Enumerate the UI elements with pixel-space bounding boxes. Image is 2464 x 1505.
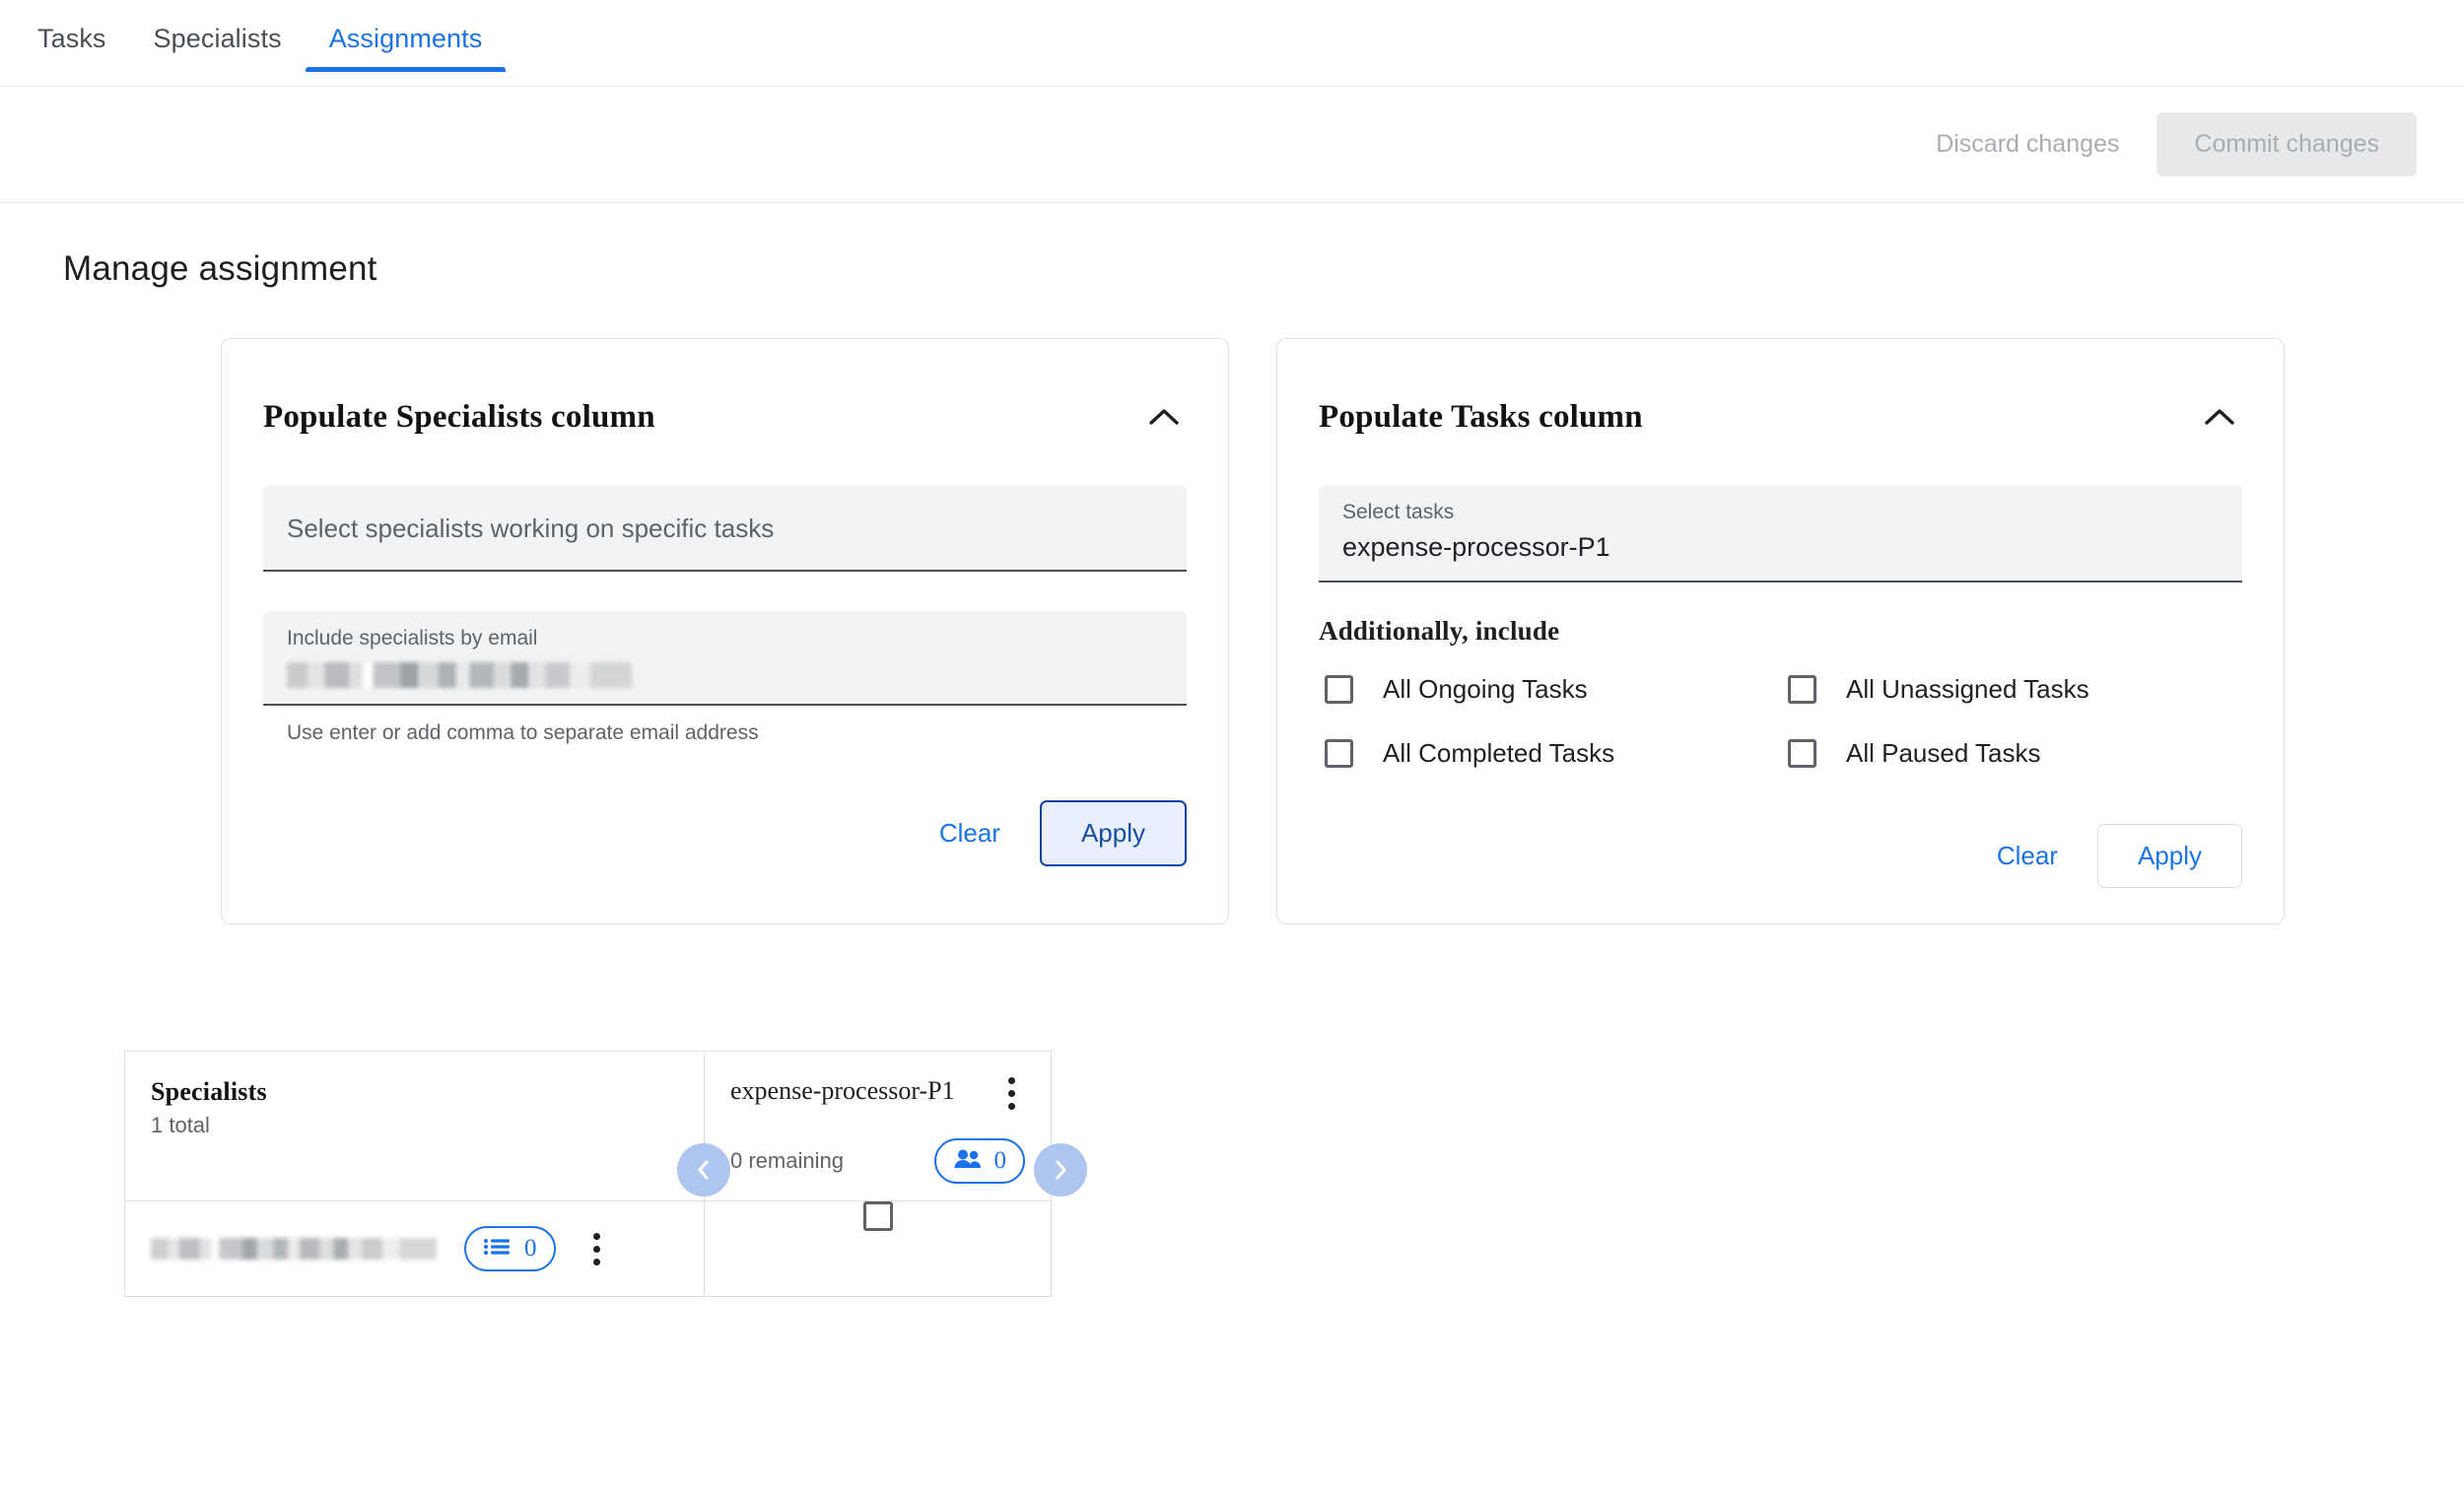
task-header-meta: 0 remaining 0 [730,1138,1025,1185]
checkbox-all-paused-tasks[interactable]: All Paused Tasks [1788,738,2242,769]
include-specialists-email-label: Include specialists by email [287,627,538,650]
table-row: 0 [124,1200,1052,1298]
task-column-header-cell: expense-processor-P1 0 remaining 0 [704,1051,1052,1202]
specialist-cell: 0 [124,1200,705,1298]
chevron-up-icon[interactable] [1141,394,1187,440]
assignment-checkbox-icon[interactable] [862,1201,893,1232]
specialists-card-title: Populate Specialists column [263,398,655,435]
tasks-apply-button[interactable]: Apply [2096,824,2242,889]
checkbox-box-icon [1788,739,1816,769]
specialists-header-title: Specialists [151,1077,267,1107]
select-tasks-input[interactable]: Select tasks expense-processor-P1 [1319,485,2242,583]
specialists-clear-button[interactable]: Clear [914,802,1026,864]
populate-specialists-card: Populate Specialists column Select speci… [221,338,1229,925]
checkbox-box-icon [1325,675,1353,705]
assignment-grid-wrapper: Specialists 1 total expense-processor-P1… [124,1051,1087,1298]
populate-tasks-card: Populate Tasks column Select tasks expen… [1276,338,2285,925]
checkbox-all-ongoing-tasks-label: All Ongoing Tasks [1383,674,1588,705]
discard-changes-button[interactable]: Discard changes [1916,116,2139,172]
assignment-cell[interactable] [704,1200,1052,1298]
checkbox-all-unassigned-tasks-label: All Unassigned Tasks [1846,674,2089,705]
page-title: Manage assignment [63,249,377,288]
specialists-header-cell: Specialists 1 total [124,1051,705,1202]
chevron-up-icon[interactable] [2197,394,2242,440]
specialists-card-header: Populate Specialists column [263,382,1187,445]
checkbox-all-completed-tasks[interactable]: All Completed Tasks [1325,738,1788,769]
additionally-include-title: Additionally, include [1319,616,1560,647]
tab-tasks-label: Tasks [37,24,106,53]
checkbox-all-paused-tasks-label: All Paused Tasks [1846,738,2041,769]
specialist-email [151,1238,437,1261]
specialist-task-count-chip[interactable]: 0 [464,1226,556,1272]
checkbox-all-ongoing-tasks[interactable]: All Ongoing Tasks [1325,674,1788,705]
task-assignee-count-chip[interactable]: 0 [933,1138,1025,1185]
people-icon [953,1148,983,1175]
tasks-card-footer: Clear Apply [1319,824,2242,889]
tasks-clear-button[interactable]: Clear [1971,825,2084,887]
tab-tasks[interactable]: Tasks [14,0,130,72]
grid-header-row: Specialists 1 total expense-processor-P1… [124,1051,1052,1202]
email-helper-text: Use enter or add comma to separate email… [287,721,759,745]
tab-specialists-label: Specialists [153,24,282,53]
kebab-menu-icon[interactable] [583,1229,611,1268]
checkbox-all-completed-tasks-label: All Completed Tasks [1383,738,1615,769]
tab-specialists[interactable]: Specialists [130,0,306,72]
kebab-menu-icon[interactable] [997,1073,1025,1113]
specialist-row-inner: 0 [151,1201,678,1296]
chevron-right-icon[interactable] [1034,1143,1087,1197]
checkbox-box-icon [1325,739,1353,769]
tasks-card-title: Populate Tasks column [1319,398,1643,435]
tasks-card-header: Populate Tasks column [1319,382,2242,445]
task-header-top: expense-processor-P1 [730,1073,1025,1113]
main-tab-bar: Tasks Specialists Assignments [0,0,2464,87]
specialists-card-footer: Clear Apply [263,800,1187,867]
include-specialists-email-value [287,662,632,689]
additional-tasks-checkbox-group: All Ongoing Tasks All Unassigned Tasks A… [1319,674,2242,769]
task-column-name: expense-processor-P1 [730,1076,955,1106]
specialists-header-subtitle: 1 total [151,1113,210,1138]
task-assignee-count: 0 [993,1147,1007,1175]
cards-container: Populate Specialists column Select speci… [0,289,2464,925]
checkbox-box-icon [1788,675,1816,705]
assignment-grid: Specialists 1 total expense-processor-P1… [124,1051,1052,1298]
select-tasks-value: expense-processor-P1 [1342,532,1610,563]
select-specialists-placeholder: Select specialists working on specific t… [287,513,775,543]
select-tasks-label: Select tasks [1342,501,1455,523]
commit-changes-button[interactable]: Commit changes [2156,112,2417,176]
specialists-apply-button[interactable]: Apply [1039,800,1187,867]
tab-assignments[interactable]: Assignments [305,0,507,72]
select-specialists-input[interactable]: Select specialists working on specific t… [263,485,1187,572]
action-bar: Discard changes Commit changes [0,87,2464,203]
tab-assignments-label: Assignments [328,24,483,53]
include-specialists-email-input[interactable]: Include specialists by email [263,611,1187,707]
checkbox-all-unassigned-tasks[interactable]: All Unassigned Tasks [1788,674,2242,705]
task-remaining-label: 0 remaining [730,1148,844,1174]
list-icon [483,1236,513,1263]
specialist-task-count: 0 [524,1235,537,1263]
